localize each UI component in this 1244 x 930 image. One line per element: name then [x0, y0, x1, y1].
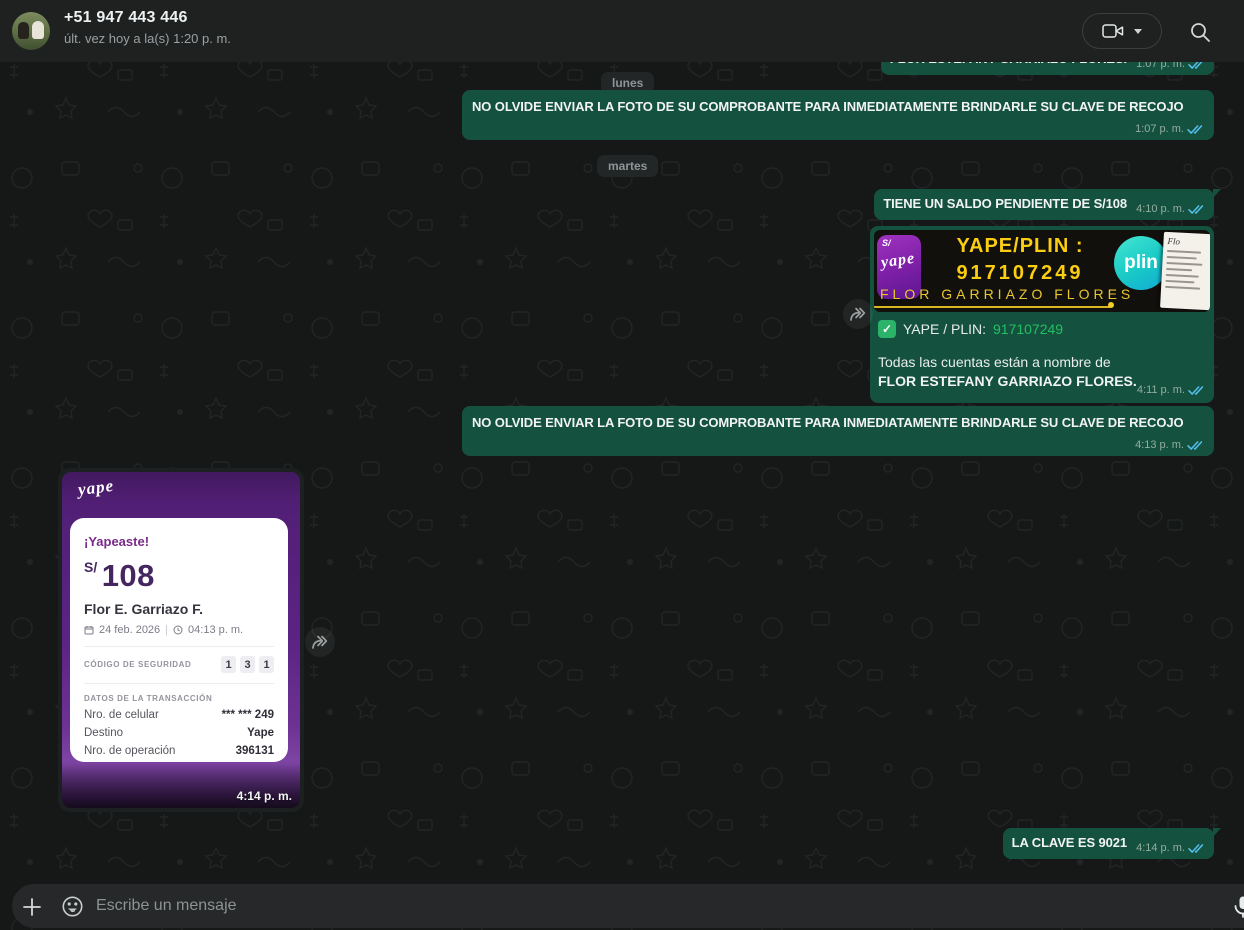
image-caption: ✓ YAPE / PLIN: 917107249 Todas las cuent… — [874, 312, 1210, 399]
message-text: NO OLVIDE ENVIAR LA FOTO DE SU COMPROBAN… — [472, 414, 1204, 432]
yape-plin-banner-image[interactable]: S/ yape YAPE/PLIN : 917107249 plin FLOR … — [874, 230, 1210, 312]
yape-receipt-image[interactable]: yape ¡Yapeaste! S/ 108 Flor E. Garriazo … — [62, 472, 300, 808]
currency-symbol: S/ — [84, 559, 97, 575]
row-label: Nro. de operación — [84, 745, 175, 757]
banner-title: YAPE/PLIN : — [930, 235, 1110, 258]
security-digits: 1 3 1 — [221, 656, 274, 673]
divider — [84, 683, 274, 684]
search-button[interactable] — [1186, 18, 1214, 46]
double-check-icon — [1187, 124, 1204, 135]
chevron-down-icon[interactable] — [1134, 29, 1142, 34]
yape-wordmark: yape — [880, 250, 916, 273]
contact-info[interactable]: +51 947 443 446 últ. vez hoy a la(s) 1:2… — [64, 9, 231, 46]
receipt-time: 04:13 p. m. — [188, 624, 243, 636]
contact-last-seen: últ. vez hoy a la(s) 1:20 p. m. — [64, 31, 231, 46]
paper-title: Flo — [1167, 236, 1209, 248]
row-label: Destino — [84, 727, 123, 739]
whatsapp-chat-window: +51 947 443 446 últ. vez hoy a la(s) 1:2… — [0, 0, 1244, 930]
banner-account-holder: FLOR GARRIAZO FLORES — [880, 286, 1134, 302]
message-time: 4:13 p. m. — [1135, 439, 1184, 451]
security-digit: 3 — [240, 656, 255, 673]
date-divider: martes — [597, 155, 658, 177]
caption-label: YAPE / PLIN: — [903, 321, 986, 337]
contact-name: +51 947 443 446 — [64, 9, 231, 27]
caption-line: Todas las cuentas están a nombre de — [878, 354, 1205, 370]
price-list-paper: Flo — [1160, 232, 1210, 311]
double-check-icon — [1187, 440, 1204, 451]
banner-phone-number: 917107249 — [930, 262, 1110, 285]
clock-icon — [173, 625, 183, 635]
double-check-icon — [1188, 843, 1205, 854]
search-icon — [1189, 21, 1211, 43]
bubble-tail — [1213, 828, 1221, 837]
receipt-amount: S/ 108 — [84, 558, 274, 594]
video-camera-icon — [1102, 23, 1124, 39]
avatar-dog-light — [32, 21, 44, 39]
message-text: TIENE UN SALDO PENDIENTE DE S/108 — [883, 195, 1127, 213]
row-value: 396131 — [236, 745, 274, 757]
security-digit: 1 — [221, 656, 236, 673]
row-value: *** *** 249 — [222, 709, 274, 721]
message-outgoing-image[interactable]: S/ yape YAPE/PLIN : 917107249 plin FLOR … — [870, 226, 1214, 403]
transaction-row: Nro. de operación 396131 — [84, 745, 274, 757]
receipt-card: ¡Yapeaste! S/ 108 Flor E. Garriazo F. 24… — [70, 518, 288, 762]
message-text: LA CLAVE ES 9021 — [1012, 834, 1127, 852]
contact-avatar[interactable] — [12, 12, 50, 50]
check-mark-emoji: ✓ — [878, 320, 896, 338]
emoji-sticker-button[interactable] — [60, 894, 85, 919]
caption-phone-link[interactable]: 917107249 — [993, 321, 1063, 337]
row-value: Yape — [247, 727, 274, 739]
message-text: NO OLVIDE ENVIAR LA FOTO DE SU COMPROBAN… — [472, 98, 1204, 116]
amount-value: 108 — [102, 558, 155, 593]
yape-wordmark: yape — [77, 476, 115, 500]
forward-arrow-icon — [310, 633, 330, 651]
message-time: 4:14 p. m. — [237, 789, 292, 803]
message-time: 1:07 p. m. — [1135, 123, 1184, 135]
message-outgoing[interactable]: TIENE UN SALDO PENDIENTE DE S/108 4:10 p… — [874, 189, 1214, 220]
calendar-icon — [84, 625, 94, 635]
plin-logo: plin — [1114, 236, 1168, 290]
message-time: 4:11 p. m. — [1137, 384, 1185, 396]
yape-currency-badge: S/ — [882, 238, 891, 248]
forward-message-button[interactable] — [843, 299, 873, 329]
transaction-row: Nro. de celular *** *** 249 — [84, 709, 274, 721]
row-label: Nro. de celular — [84, 709, 159, 721]
transaction-data-label: DATOS DE LA TRANSACCIÓN — [84, 694, 274, 703]
message-outgoing[interactable]: NO OLVIDE ENVIAR LA FOTO DE SU COMPROBAN… — [462, 406, 1214, 456]
message-input[interactable] — [96, 884, 1176, 928]
receipt-title: ¡Yapeaste! — [84, 534, 274, 549]
message-outgoing[interactable]: LA CLAVE ES 9021 4:14 p. m. — [1003, 828, 1214, 859]
message-outgoing[interactable]: NO OLVIDE ENVIAR LA FOTO DE SU COMPROBAN… — [462, 90, 1214, 140]
forward-arrow-icon — [848, 305, 868, 323]
security-digit: 1 — [259, 656, 274, 673]
bubble-tail — [1213, 189, 1221, 198]
receipt-date: 24 feb. 2026 — [99, 624, 160, 636]
avatar-dog-dark — [18, 22, 29, 39]
separator: | — [165, 624, 168, 636]
forward-message-button[interactable] — [305, 627, 335, 657]
attach-plus-button[interactable] — [20, 895, 44, 919]
banner-underline — [874, 306, 1110, 308]
message-time: 4:14 p. m. — [1136, 842, 1185, 854]
message-incoming-image[interactable]: yape ¡Yapeaste! S/ 108 Flor E. Garriazo … — [58, 468, 304, 812]
chat-header: +51 947 443 446 últ. vez hoy a la(s) 1:2… — [0, 0, 1244, 62]
receipt-datetime: 24 feb. 2026 | 04:13 p. m. — [84, 624, 274, 636]
double-check-icon — [1188, 204, 1205, 215]
message-time: 4:10 p. m. — [1136, 203, 1185, 215]
video-call-button[interactable] — [1082, 13, 1162, 49]
transaction-row: Destino Yape — [84, 727, 274, 739]
banner-dot — [1108, 302, 1114, 308]
microphone-icon[interactable] — [1230, 894, 1244, 920]
divider — [84, 646, 274, 647]
double-check-icon — [1188, 385, 1205, 396]
security-code-label: CÓDIGO DE SEGURIDAD — [84, 660, 191, 669]
receipt-recipient: Flor E. Garriazo F. — [84, 601, 274, 617]
